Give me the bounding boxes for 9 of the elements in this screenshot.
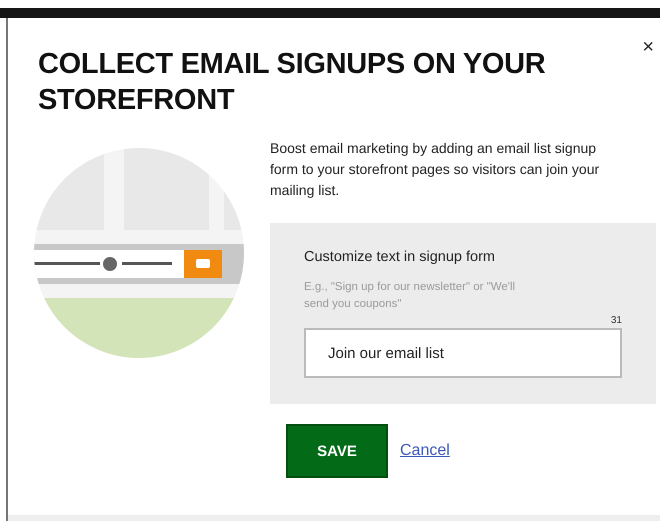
close-button[interactable]: × xyxy=(638,36,658,59)
save-button[interactable]: SAVE xyxy=(286,424,388,478)
input-field[interactable]: Join our email list xyxy=(304,328,622,378)
character-counter: 31 xyxy=(610,315,622,326)
dialog-title: COLLECT EMAIL SIGNUPS ON YOUR STOREFRONT xyxy=(38,47,546,118)
hint-text: E.g., "Sign up for our newsletter" or "We'll send you coupons" xyxy=(304,280,516,312)
field-label: Customize text in signup form xyxy=(304,249,496,265)
cancel-link[interactable]: Cancel xyxy=(400,442,450,460)
description-text: Boost email marketing by adding an email list signup form to your storefront pages so visitors can join your mailing list. xyxy=(270,139,600,200)
